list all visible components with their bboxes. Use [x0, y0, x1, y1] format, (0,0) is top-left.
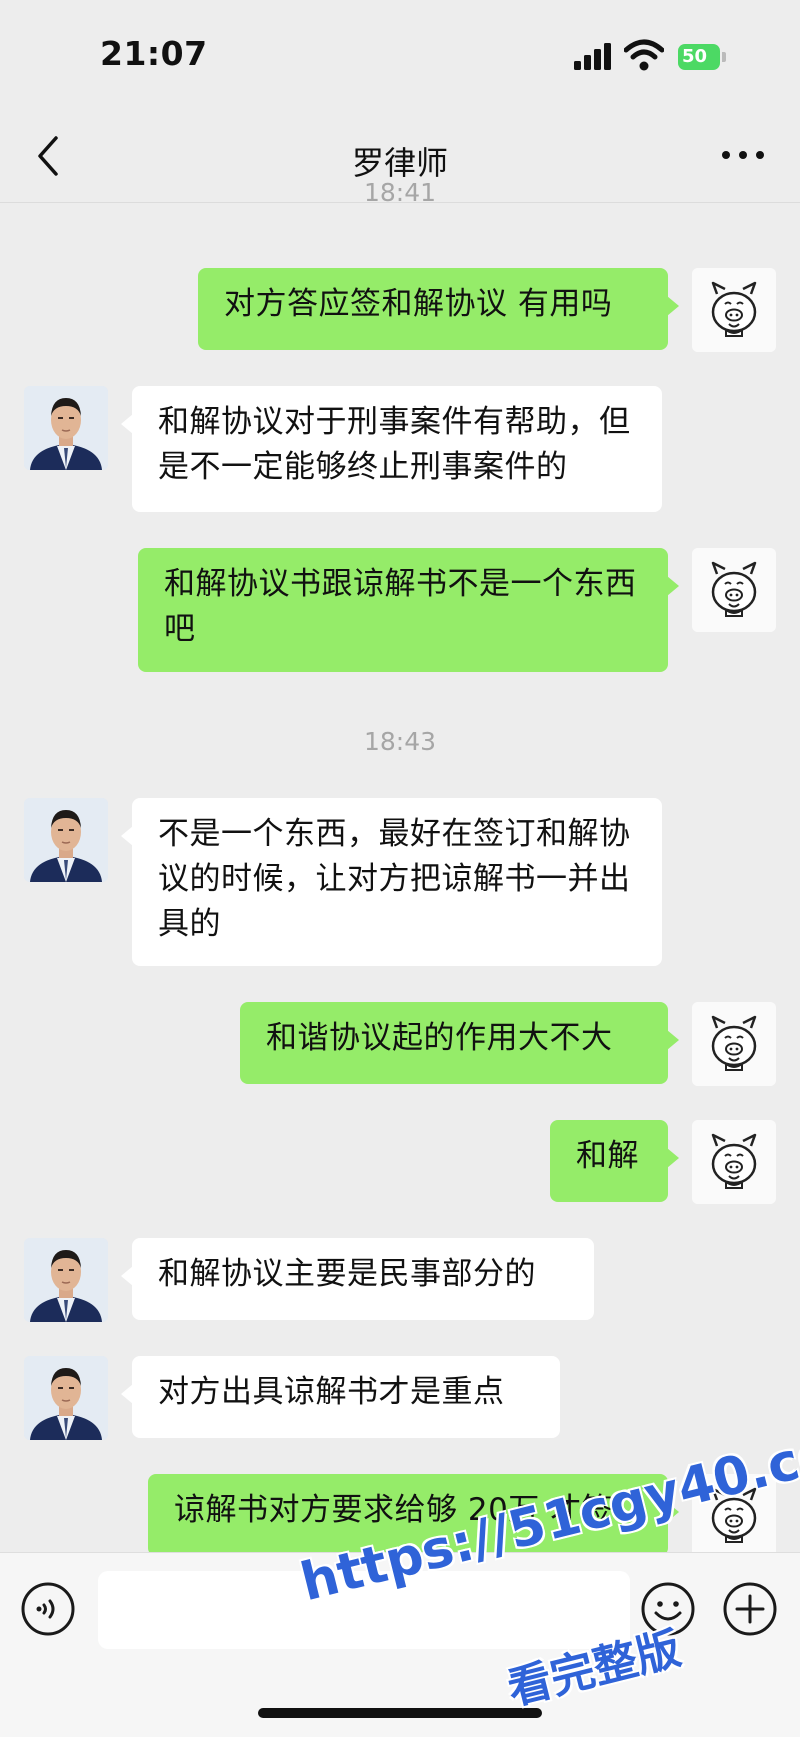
message-bubble-received[interactable]: 不是一个东西，最好在签订和解协议的时候，让对方把谅解书一并出具的: [121, 798, 662, 966]
message-text: 对方出具谅解书才是重点: [158, 1374, 505, 1410]
message-text: 和谐协议起的作用大不大: [266, 1020, 613, 1056]
message-text: 和解协议书跟谅解书不是一个东西吧: [164, 566, 637, 647]
chevron-left-icon[interactable]: [30, 132, 70, 180]
message-bubble-received[interactable]: 对方出具谅解书才是重点: [121, 1356, 560, 1438]
message-bubble-sent[interactable]: 和谐协议起的作用大不大: [240, 1002, 679, 1084]
battery-icon: 50: [678, 44, 720, 70]
pig-face-icon[interactable]: [692, 548, 776, 632]
message-text: 和解协议对于刑事案件有帮助，但是不一定能够终止刑事案件的: [158, 404, 631, 485]
message-bubble-sent[interactable]: 和解: [550, 1120, 679, 1202]
lawyer-avatar[interactable]: [24, 386, 108, 470]
status-time: 21:07: [100, 34, 208, 73]
plus-icon[interactable]: [722, 1581, 778, 1637]
lawyer-avatar[interactable]: [24, 1356, 108, 1440]
message-bubble-received[interactable]: 和解协议对于刑事案件有帮助，但是不一定能够终止刑事案件的: [121, 386, 662, 512]
more-dots-icon[interactable]: [718, 140, 768, 170]
timestamp: 18:41: [363, 178, 437, 207]
wifi-icon: [624, 39, 664, 71]
cellular-signal-icon: [574, 40, 614, 70]
lawyer-avatar[interactable]: [24, 1238, 108, 1322]
message-text: 和解协议主要是民事部分的: [158, 1256, 536, 1292]
message-text: 和解: [576, 1138, 639, 1174]
status-bar: 21:07 50: [0, 0, 800, 110]
pig-face-icon[interactable]: [692, 1120, 776, 1204]
battery-level: 50: [682, 46, 708, 67]
home-indicator: [258, 1708, 542, 1718]
battery-cap: [722, 52, 726, 62]
lawyer-avatar[interactable]: [24, 798, 108, 882]
voice-icon[interactable]: [20, 1581, 76, 1637]
message-text: 不是一个东西，最好在签订和解协议的时候，让对方把谅解书一并出具的: [158, 816, 631, 942]
message-bubble-sent[interactable]: 对方答应签和解协议 有用吗: [198, 268, 679, 350]
message-bubble-received[interactable]: 和解协议主要是民事部分的: [121, 1238, 594, 1320]
timestamp: 18:43: [363, 727, 437, 756]
pig-face-icon[interactable]: [692, 1002, 776, 1086]
message-text: 对方答应签和解协议 有用吗: [224, 286, 613, 322]
pig-face-icon[interactable]: [692, 268, 776, 352]
message-bubble-sent[interactable]: 和解协议书跟谅解书不是一个东西吧: [138, 548, 679, 672]
